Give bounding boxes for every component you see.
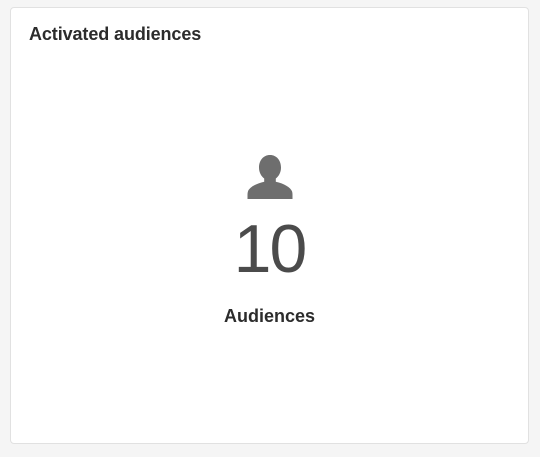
activated-audiences-card: Activated audiences 10 Audiences bbox=[10, 7, 529, 444]
audience-label: Audiences bbox=[223, 306, 316, 326]
audience-metric: 10 Audiences bbox=[11, 153, 528, 327]
user-icon bbox=[247, 155, 292, 199]
card-title: Activated audiences bbox=[29, 24, 202, 44]
audience-count: 10 bbox=[233, 211, 308, 287]
